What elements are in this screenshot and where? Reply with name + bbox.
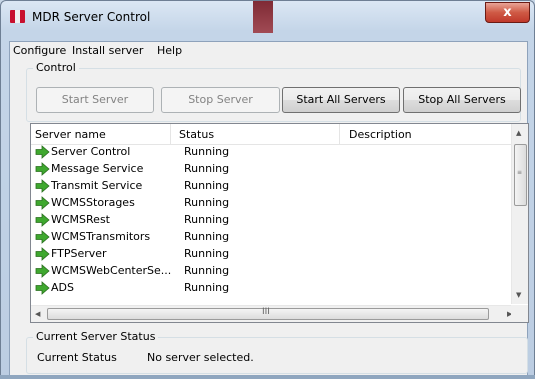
title-bar[interactable]: MDR Server Control x xyxy=(1,1,534,33)
main-window: MDR Server Control x Configure Install s… xyxy=(0,0,535,379)
server-status-cell: Running xyxy=(184,264,230,277)
window-title: MDR Server Control xyxy=(32,10,151,24)
server-status-cell: Running xyxy=(184,230,230,243)
current-status-group-label: Current Server Status xyxy=(33,330,159,343)
green-arrow-right-icon xyxy=(35,196,50,210)
server-name-cell: Transmit Service xyxy=(51,179,143,192)
column-status[interactable]: Status xyxy=(179,128,214,141)
menu-bar: Configure Install server Help xyxy=(10,42,527,60)
current-status-group: Current Server Status Current Status No … xyxy=(26,330,528,374)
green-arrow-right-icon xyxy=(35,264,50,278)
server-name-cell: Server Control xyxy=(51,145,131,158)
server-row[interactable]: Server Control Running xyxy=(31,144,518,161)
scrollbar-corner xyxy=(511,305,528,322)
server-row[interactable]: Message Service Running xyxy=(31,161,518,178)
menu-help[interactable]: Help xyxy=(157,44,182,57)
server-name-cell: Message Service xyxy=(51,162,144,175)
server-name-cell: WCMSWebCenterSe... xyxy=(51,264,172,277)
grip-icon: III xyxy=(262,307,270,317)
server-row[interactable]: WCMSTransmitors Running xyxy=(31,229,518,246)
server-list[interactable]: Server name Status Description Server Co… xyxy=(30,123,529,323)
green-arrow-right-icon xyxy=(35,281,50,295)
green-arrow-right-icon xyxy=(35,179,50,193)
server-row[interactable]: WCMSRest Running xyxy=(31,212,518,229)
app-logo-icon xyxy=(10,10,25,23)
green-arrow-right-icon xyxy=(35,247,50,261)
green-arrow-right-icon xyxy=(35,213,50,227)
server-name-cell: WCMSStorages xyxy=(51,196,135,209)
server-name-cell: ADS xyxy=(51,281,74,294)
horizontal-scroll-thumb[interactable]: III xyxy=(47,307,489,320)
title-bar-decoration xyxy=(253,1,273,33)
server-status-cell: Running xyxy=(184,247,230,260)
server-status-cell: Running xyxy=(184,213,230,226)
scroll-left-arrow-icon[interactable]: ◀ xyxy=(35,309,40,319)
server-row[interactable]: WCMSStorages Running xyxy=(31,195,518,212)
server-row[interactable]: Transmit Service Running xyxy=(31,178,518,195)
column-server-name[interactable]: Server name xyxy=(35,128,106,141)
menu-configure[interactable]: Configure xyxy=(13,44,66,57)
current-status-value: No server selected. xyxy=(147,351,254,364)
green-arrow-right-icon xyxy=(35,145,50,159)
green-arrow-right-icon xyxy=(35,230,50,244)
server-row[interactable]: FTPServer Running xyxy=(31,246,518,263)
column-separator[interactable] xyxy=(339,124,340,144)
server-list-header: Server name Status Description xyxy=(31,124,518,145)
grip-icon: ≡ xyxy=(517,169,523,176)
scroll-down-arrow-icon[interactable]: ▼ xyxy=(516,290,521,300)
vertical-scroll-thumb[interactable]: ≡ xyxy=(514,144,527,206)
server-name-cell: FTPServer xyxy=(51,247,107,260)
server-name-cell: WCMSRest xyxy=(51,213,110,226)
horizontal-scrollbar[interactable]: ◀ III ▶ xyxy=(31,305,518,322)
column-separator[interactable] xyxy=(170,124,171,144)
server-name-cell: WCMSTransmitors xyxy=(51,230,151,243)
close-button[interactable]: x xyxy=(485,2,530,23)
server-status-cell: Running xyxy=(184,162,230,175)
vertical-scrollbar[interactable]: ▲ ≡ ▼ xyxy=(511,124,528,304)
taskbar-edge xyxy=(0,375,535,379)
stop-server-button[interactable]: Stop Server xyxy=(161,87,280,113)
server-row[interactable]: ADS Running xyxy=(31,280,518,297)
server-status-cell: Running xyxy=(184,145,230,158)
menu-install-server[interactable]: Install server xyxy=(72,44,143,57)
server-status-cell: Running xyxy=(184,281,230,294)
column-description[interactable]: Description xyxy=(349,128,412,141)
green-arrow-right-icon xyxy=(35,162,50,176)
control-group-label: Control xyxy=(33,61,79,74)
server-row[interactable]: WCMSWebCenterSe... Running xyxy=(31,263,518,280)
server-status-cell: Running xyxy=(184,196,230,209)
scroll-up-arrow-icon[interactable]: ▲ xyxy=(516,128,521,138)
stop-all-servers-button[interactable]: Stop All Servers xyxy=(403,87,521,113)
start-server-button[interactable]: Start Server xyxy=(36,87,154,113)
server-status-cell: Running xyxy=(184,179,230,192)
current-status-label: Current Status xyxy=(37,351,117,364)
start-all-servers-button[interactable]: Start All Servers xyxy=(282,87,400,113)
